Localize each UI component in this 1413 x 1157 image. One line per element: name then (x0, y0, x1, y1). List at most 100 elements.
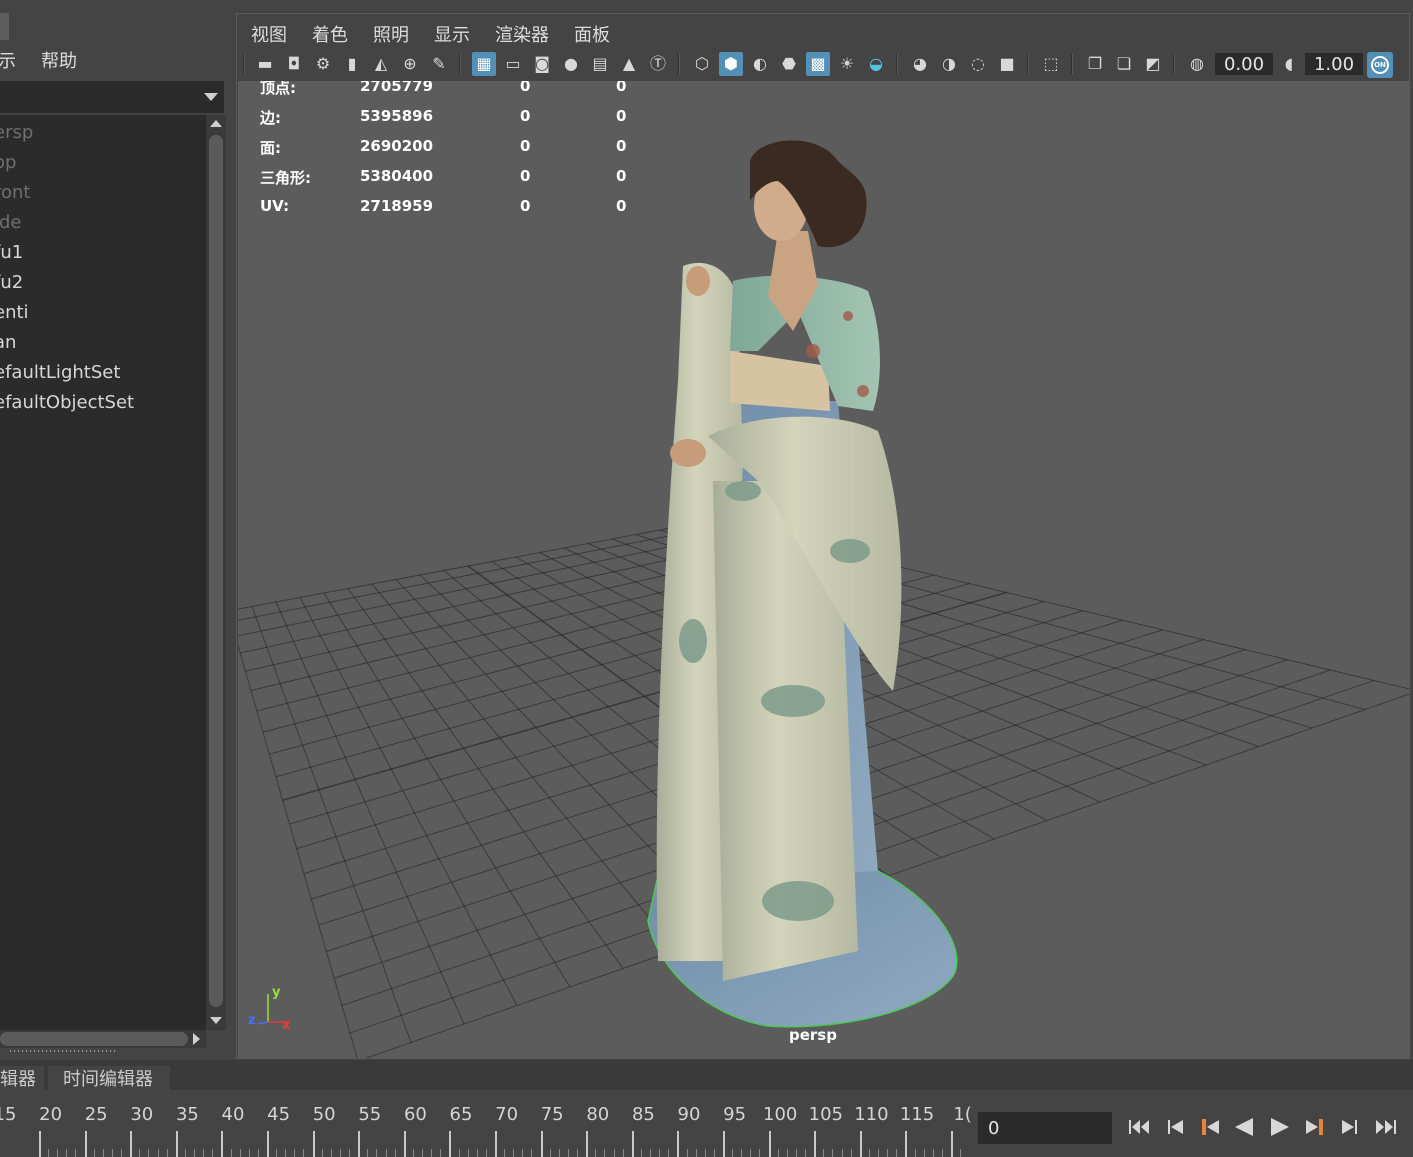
outliner-filter-field[interactable] (0, 81, 224, 113)
outliner-menu-display[interactable]: 示 (0, 47, 16, 73)
go-to-start-icon[interactable] (1125, 1114, 1155, 1140)
panel-tab-stub[interactable] (0, 13, 9, 40)
resize-handle[interactable] (10, 1050, 116, 1052)
hud-row-label: 面: (260, 139, 281, 157)
outliner-horizontal-scrollbar[interactable] (0, 1030, 206, 1048)
timeline-tick (677, 1131, 680, 1157)
gamma-field[interactable]: 1.00 (1305, 53, 1363, 75)
menu-shading[interactable]: 着色 (312, 21, 348, 47)
timeline-minor-tick (467, 1149, 469, 1157)
timeline-tick (358, 1131, 361, 1157)
anti-aliasing-icon[interactable]: ◌ (966, 52, 990, 76)
gamma-icon[interactable]: ◖ (1277, 52, 1301, 76)
exposure-icon[interactable]: ◍ (1185, 52, 1209, 76)
timeline-minor-tick (385, 1149, 387, 1157)
grid-icon[interactable]: ▦ (472, 52, 496, 76)
isolate-select-icon[interactable]: ⬚ (1039, 52, 1063, 76)
use-all-lights-icon[interactable]: ☀ (835, 52, 859, 76)
step-back-frame-icon[interactable] (1161, 1114, 1191, 1140)
grease-pencil-icon[interactable]: ✎ (427, 52, 451, 76)
step-forward-frame-icon[interactable] (1334, 1114, 1364, 1140)
timeline-tick (723, 1131, 725, 1157)
viewport-panel: 视图 着色 照明 显示 渲染器 面板 ▬ ◘ ⚙ ▮ ◭ ⊕ ✎ ▦ ▭ ◙ ●… (236, 13, 1410, 1059)
bookmark-icon[interactable]: ▮ (340, 52, 364, 76)
hud-row-value: 0 (616, 81, 627, 95)
scrollbar-thumb[interactable] (0, 1032, 188, 1046)
timeline-minor-tick (841, 1149, 843, 1157)
outliner-item-label: an (0, 332, 17, 353)
tab-editor[interactable]: 辑器 (0, 1066, 44, 1090)
3d-viewport[interactable]: 顶点: 2705779 0 0 边: 5395896 0 0 面: 2690200 0 0 三角形: 53… (238, 81, 1409, 1058)
menu-panels[interactable]: 面板 (574, 21, 610, 47)
play-forwards-icon[interactable] (1265, 1114, 1295, 1140)
default-material-icon[interactable]: ◐ (748, 52, 772, 76)
timeline-minor-tick (896, 1149, 898, 1157)
timeline-minor-tick (941, 1149, 943, 1157)
textured-icon[interactable]: ▩ (806, 52, 830, 76)
camera-lock-icon[interactable]: ◘ (282, 52, 306, 76)
smooth-shade-icon[interactable]: ⬢ (719, 52, 743, 76)
film-gate-icon[interactable]: ▭ (501, 52, 525, 76)
hud-row-value: 2705779 (360, 81, 434, 95)
xray-joints-icon[interactable]: ◩ (1141, 52, 1165, 76)
xray-active-icon[interactable]: ❏ (1112, 52, 1136, 76)
safe-title-icon[interactable]: Ⓣ (646, 52, 670, 76)
timeline-minor-tick (850, 1149, 852, 1157)
menu-show[interactable]: 显示 (434, 21, 470, 47)
timeline-tick (540, 1131, 543, 1157)
shadows-icon[interactable]: ◒ (864, 52, 888, 76)
2d-pan-zoom-icon[interactable]: ⊕ (398, 52, 422, 76)
timeline-minor-tick (513, 1149, 515, 1157)
camera-attributes-icon[interactable]: ⚙ (311, 52, 335, 76)
timeline-tick (905, 1131, 908, 1157)
color-management-icon[interactable]: ON (1367, 52, 1393, 78)
menu-renderer[interactable]: 渲染器 (495, 21, 549, 47)
gate-mask-icon[interactable]: ● (559, 52, 583, 76)
outliner-menubar: 示 帮助 (0, 40, 232, 78)
motion-blur-icon[interactable]: ◑ (937, 52, 961, 76)
play-backwards-icon[interactable] (1229, 1114, 1259, 1140)
chevron-down-icon[interactable] (204, 93, 218, 101)
image-plane-icon[interactable]: ◭ (369, 52, 393, 76)
timeline-minor-tick (613, 1149, 615, 1157)
exposure-field[interactable]: 0.00 (1215, 53, 1273, 75)
scroll-right-icon[interactable] (193, 1033, 200, 1045)
outliner-item-label: ront (0, 182, 31, 203)
wireframe-on-shaded-icon[interactable]: ⬣ (777, 52, 801, 76)
timeline-minor-tick (668, 1149, 670, 1157)
timeline-tick (449, 1131, 452, 1157)
timeline-minor-tick (139, 1149, 141, 1157)
menu-lighting[interactable]: 照明 (373, 21, 409, 47)
timeline-minor-tick (248, 1149, 250, 1157)
xray-icon[interactable]: ❐ (1083, 52, 1107, 76)
viewport-menubar: 视图 着色 照明 显示 渲染器 面板 (237, 14, 1409, 48)
character-model[interactable] (238, 81, 1409, 1058)
outliner-vertical-scrollbar[interactable] (206, 115, 226, 1030)
timeline-minor-tick (823, 1149, 825, 1157)
time-slider[interactable]: 15 20 25 30 35 40 45 50 55 60 65 70 75 80 85 90 95 100 105… (0, 1098, 972, 1157)
scroll-down-icon[interactable] (210, 1017, 222, 1024)
tab-time-editor[interactable]: 时间编辑器 (48, 1066, 170, 1090)
wireframe-icon[interactable]: ⬡ (690, 52, 714, 76)
field-chart-icon[interactable]: ▤ (588, 52, 612, 76)
depth-of-field-icon[interactable]: ■ (995, 52, 1019, 76)
resolution-gate-icon[interactable]: ◙ (530, 52, 554, 76)
outliner-menu-help[interactable]: 帮助 (41, 47, 77, 73)
scroll-up-icon[interactable] (210, 120, 222, 127)
step-back-key-icon[interactable] (1195, 1114, 1225, 1140)
timeline-tick-label: 1( (953, 1104, 972, 1125)
hud-row-value: 0 (520, 81, 531, 95)
camera-icon[interactable]: ▬ (253, 52, 277, 76)
timeline-minor-tick (276, 1149, 278, 1157)
scrollbar-thumb[interactable] (209, 135, 223, 1007)
menu-view[interactable]: 视图 (251, 21, 287, 47)
step-forward-key-icon[interactable] (1300, 1114, 1330, 1140)
safe-action-icon[interactable]: ▲ (617, 52, 641, 76)
screen-space-ao-icon[interactable]: ◕ (908, 52, 932, 76)
timeline-minor-tick (339, 1149, 341, 1157)
timeline-minor-tick (111, 1149, 113, 1157)
current-frame-field[interactable]: 0 (978, 1112, 1112, 1144)
timeline-tick (631, 1131, 634, 1157)
timeline-minor-tick (932, 1149, 934, 1157)
go-to-end-icon[interactable] (1370, 1114, 1400, 1140)
